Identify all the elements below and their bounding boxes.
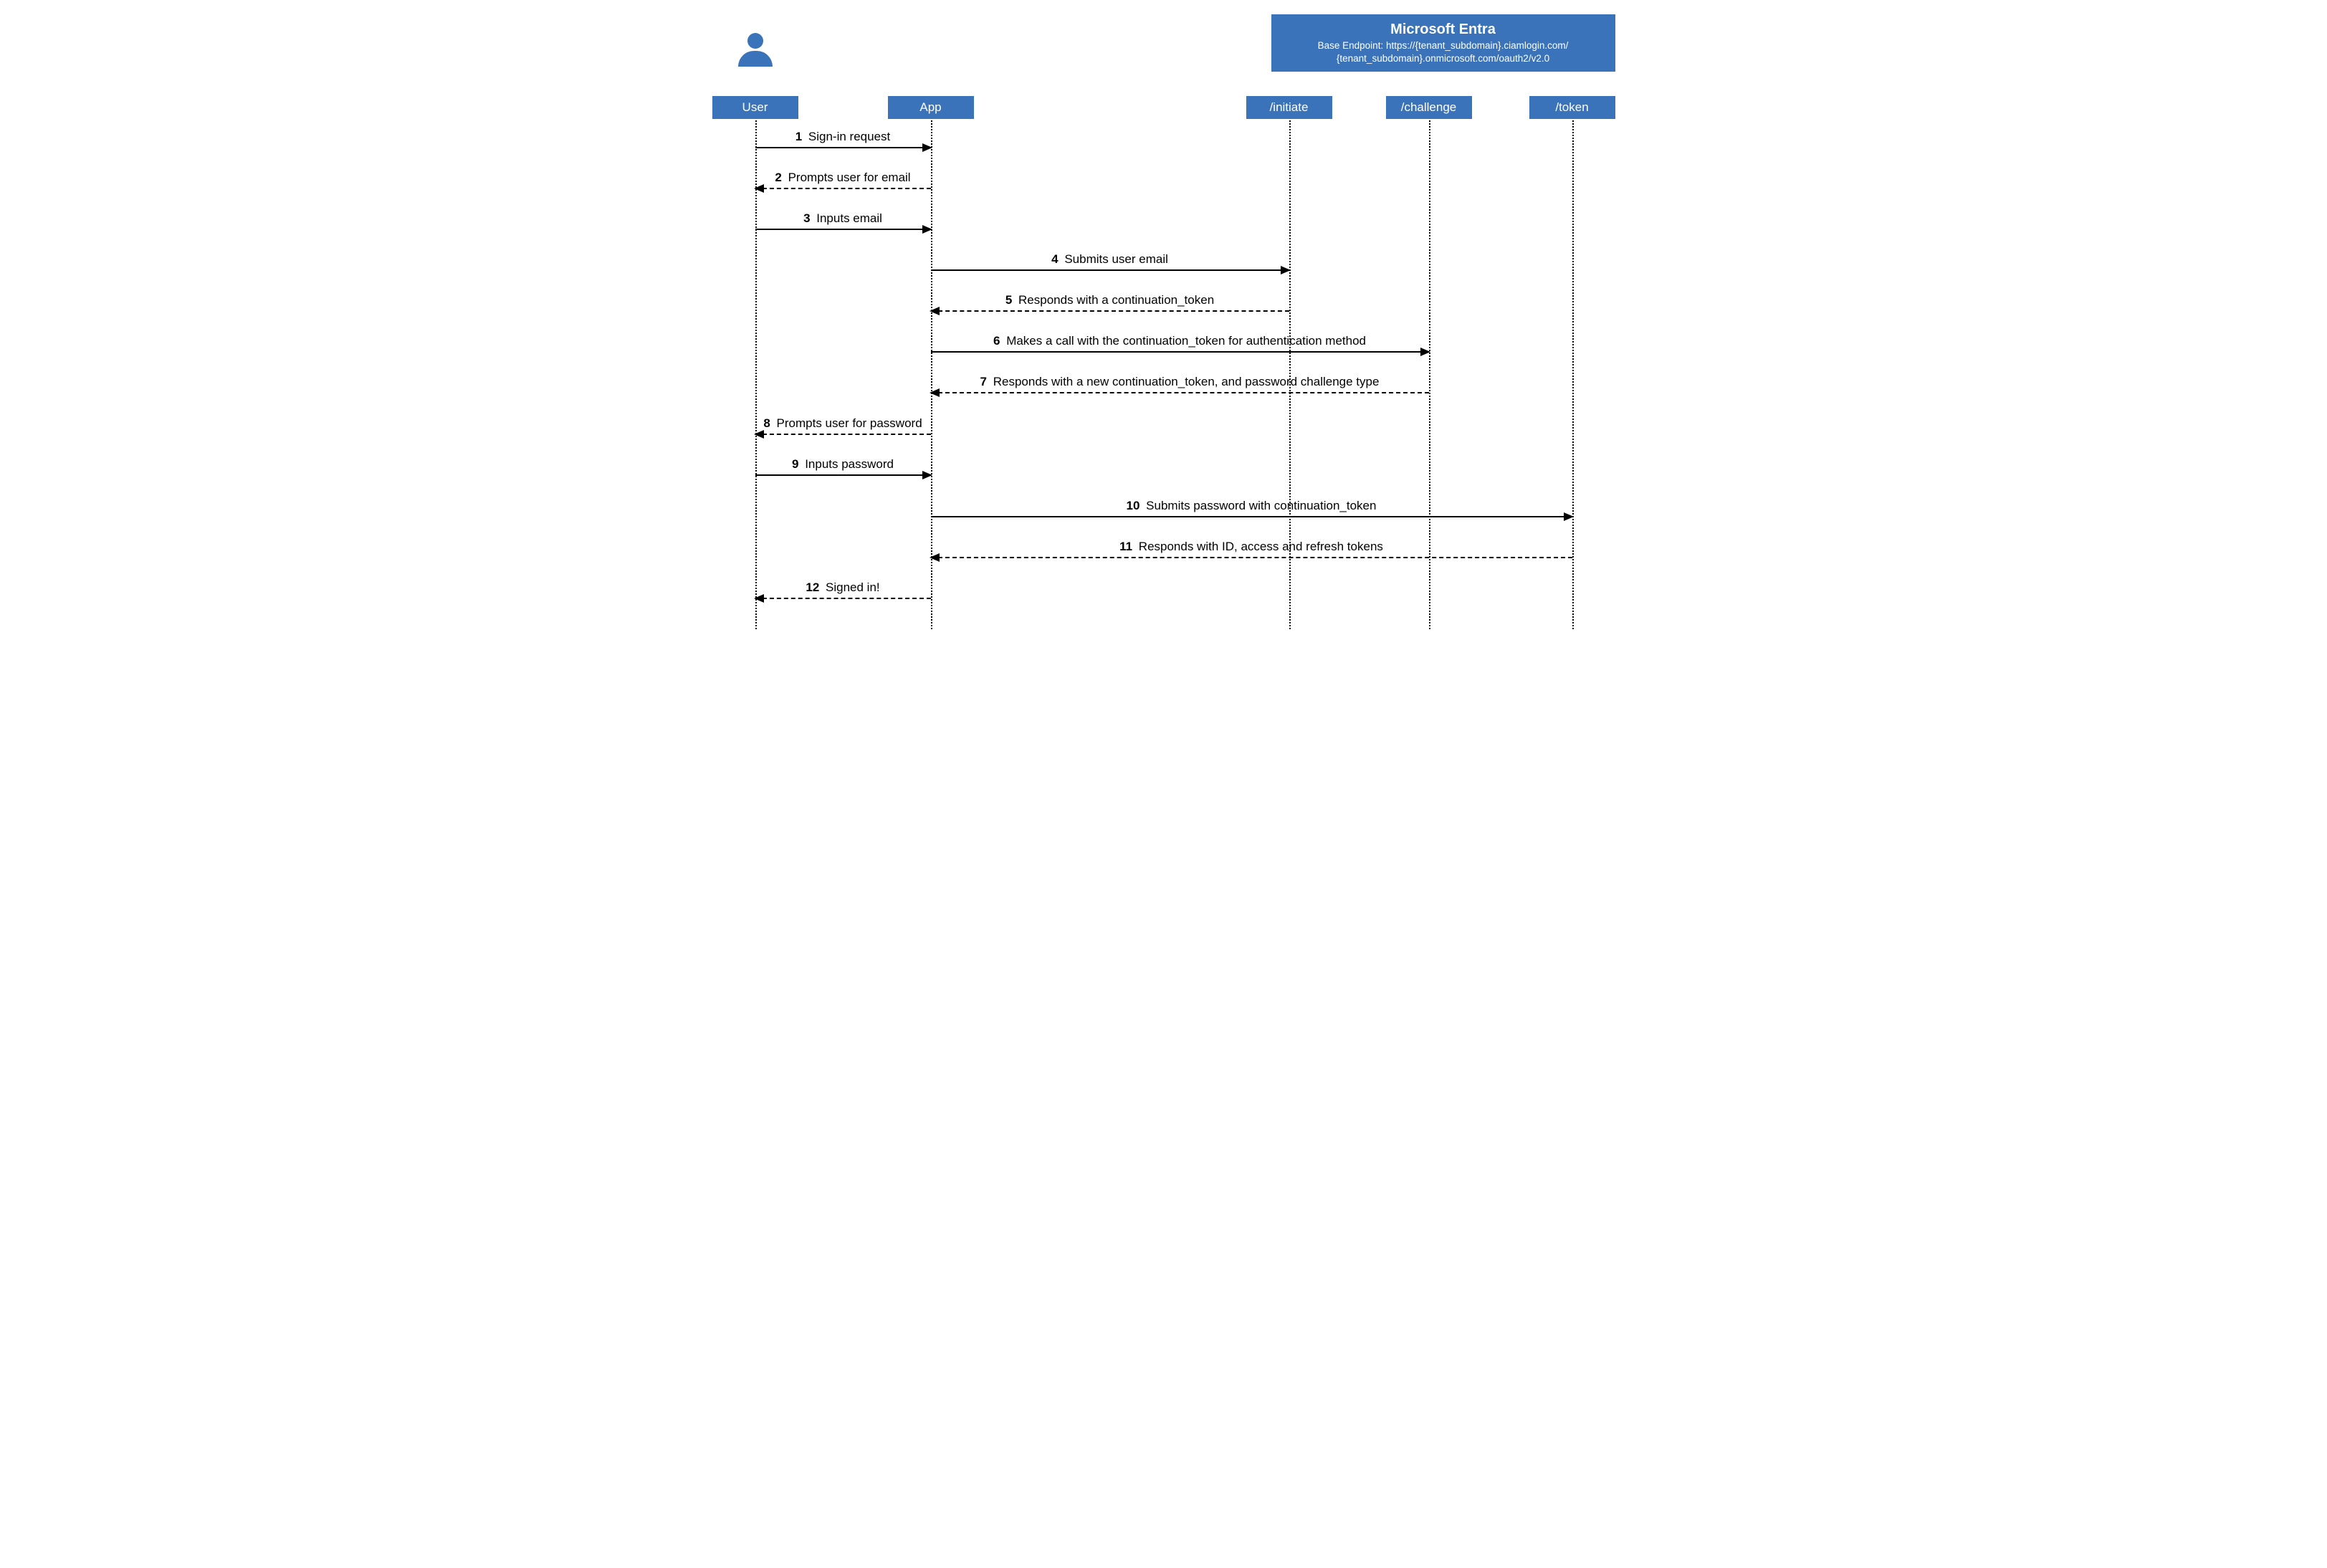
message-label: 2 Prompts user for email [755,171,931,185]
message-text: Responds with ID, access and refresh tok… [1135,540,1383,553]
arrowhead-right-icon [922,471,932,479]
actor-initiate: /initiate [1246,96,1332,119]
message-label: 10 Submits password with continuation_to… [931,499,1572,513]
message-text: Prompts user for email [785,171,911,184]
actor-app: App [888,96,974,119]
message-label: 8 Prompts user for password [755,416,931,431]
message-text: Responds with a continuation_token [1015,293,1214,307]
message-arrow: 4 Submits user email [931,269,1289,271]
message-label: 1 Sign-in request [755,130,931,144]
message-arrow: 8 Prompts user for password [755,434,931,435]
message-text: Prompts user for password [773,416,922,430]
message-number: 7 [980,375,987,388]
sequence-diagram: Microsoft Entra Base Endpoint: https://{… [698,0,1630,645]
arrowhead-right-icon [1281,266,1291,274]
message-arrow: 11 Responds with ID, access and refresh … [931,557,1572,558]
message-label: 6 Makes a call with the continuation_tok… [931,334,1429,348]
group-header-entra: Microsoft Entra Base Endpoint: https://{… [1271,14,1615,72]
arrowhead-left-icon [930,388,940,397]
message-number: 6 [993,334,1000,348]
actor-token-label: /token [1555,100,1588,114]
message-label: 7 Responds with a new continuation_token… [931,375,1429,389]
message-number: 1 [795,130,802,143]
user-icon [738,33,773,67]
message-label: 11 Responds with ID, access and refresh … [931,540,1572,554]
arrowhead-left-icon [754,184,764,193]
lifeline-token [1572,120,1574,629]
message-number: 9 [792,457,798,471]
group-subtitle-2: {tenant_subdomain}.onmicrosoft.com/oauth… [1283,52,1604,65]
message-number: 2 [775,171,781,184]
arrowhead-right-icon [1420,348,1430,356]
arrowhead-left-icon [930,307,940,315]
message-label: 9 Inputs password [755,457,931,472]
message-arrow: 9 Inputs password [755,474,931,476]
actor-challenge: /challenge [1386,96,1472,119]
message-text: Submits password with continuation_token [1142,499,1376,512]
arrowhead-left-icon [754,594,764,603]
actor-user-label: User [742,100,768,114]
message-number: 3 [803,211,810,225]
message-text: Signed in! [822,580,879,594]
arrowhead-right-icon [922,143,932,152]
message-label: 12 Signed in! [755,580,931,595]
actor-initiate-label: /initiate [1270,100,1309,114]
arrowhead-left-icon [930,553,940,562]
message-text: Submits user email [1061,252,1168,266]
actor-challenge-label: /challenge [1401,100,1457,114]
message-text: Responds with a new continuation_token, … [990,375,1379,388]
message-arrow: 10 Submits password with continuation_to… [931,516,1572,517]
arrowhead-left-icon [754,430,764,439]
message-number: 5 [1005,293,1012,307]
message-arrow: 5 Responds with a continuation_token [931,310,1289,312]
message-arrow: 6 Makes a call with the continuation_tok… [931,351,1429,353]
message-text: Sign-in request [805,130,890,143]
actor-app-label: App [919,100,941,114]
group-title: Microsoft Entra [1283,21,1604,38]
group-subtitle-1: Base Endpoint: https://{tenant_subdomain… [1283,39,1604,52]
actor-user: User [712,96,798,119]
message-label: 4 Submits user email [931,252,1289,267]
arrowhead-right-icon [922,225,932,234]
message-arrow: 12 Signed in! [755,598,931,599]
message-text: Inputs password [801,457,894,471]
message-arrow: 3 Inputs email [755,229,931,230]
message-arrow: 1 Sign-in request [755,147,931,148]
message-number: 10 [1127,499,1140,512]
message-text: Makes a call with the continuation_token… [1003,334,1366,348]
message-number: 12 [806,580,819,594]
message-label: 5 Responds with a continuation_token [931,293,1289,307]
message-text: Inputs email [813,211,882,225]
lifeline-user [755,120,757,629]
message-number: 11 [1119,540,1132,553]
message-number: 4 [1051,252,1058,266]
message-arrow: 7 Responds with a new continuation_token… [931,392,1429,393]
arrowhead-right-icon [1564,512,1574,521]
message-label: 3 Inputs email [755,211,931,226]
message-number: 8 [763,416,770,430]
actor-token: /token [1529,96,1615,119]
message-arrow: 2 Prompts user for email [755,188,931,189]
